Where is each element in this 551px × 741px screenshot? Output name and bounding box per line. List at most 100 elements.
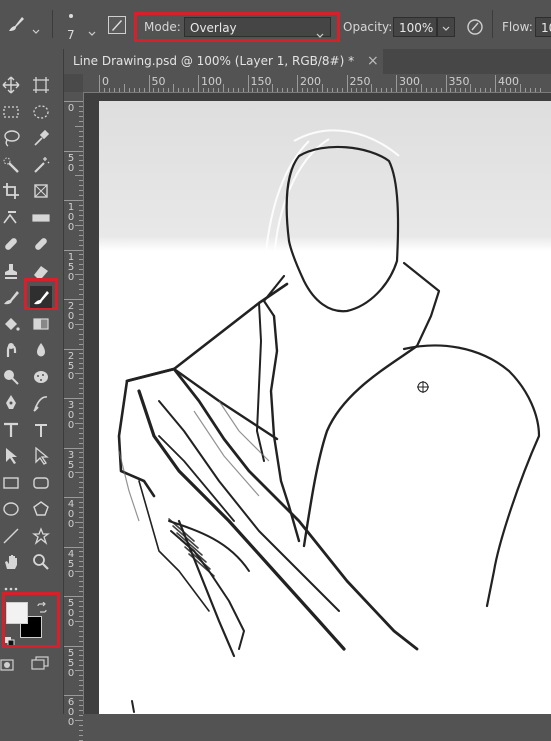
ruler-tick — [247, 75, 249, 92]
rectangle-icon[interactable] — [0, 472, 22, 494]
mixer-brush-icon[interactable] — [0, 286, 22, 308]
ruler-label: 250 — [67, 350, 75, 382]
brush-icon[interactable] — [30, 286, 52, 308]
ruler-tick — [75, 373, 83, 375]
ruler-tick — [301, 88, 303, 92]
chevron-down-icon[interactable] — [32, 20, 40, 39]
ruler-tick — [173, 84, 175, 92]
freeform-pen-icon[interactable] — [30, 392, 52, 414]
ruler-label: 400 — [498, 75, 519, 88]
ruler-tick — [64, 447, 83, 449]
gradient-icon[interactable] — [30, 313, 52, 335]
ruler-label: 100 — [201, 75, 222, 88]
ruler-tick — [79, 160, 83, 162]
ruler-tick — [75, 521, 83, 523]
ruler-tick — [79, 724, 83, 726]
crop-icon[interactable] — [0, 180, 22, 202]
ruler-tick — [79, 190, 83, 192]
blur-icon[interactable] — [30, 339, 52, 361]
ruler-tick — [79, 393, 83, 395]
ruler-tick — [79, 313, 83, 315]
ruler-tick — [79, 363, 83, 365]
move-icon[interactable] — [0, 74, 22, 96]
screen-mode-icon[interactable] — [31, 655, 49, 674]
brush-preset-icon[interactable] — [6, 14, 26, 38]
ruler-tick — [79, 625, 83, 627]
ellipse-icon[interactable] — [0, 498, 22, 520]
ruler-tick — [79, 328, 83, 330]
line-icon[interactable] — [0, 525, 22, 547]
vertical-ruler[interactable]: 0 50 100 150 200 250 300 350 400 450 500 550 600 — [63, 92, 84, 741]
ruler-tick — [79, 417, 83, 419]
close-tab-icon[interactable]: × — [367, 49, 379, 73]
eraser-icon[interactable] — [30, 260, 52, 282]
vertical-type-icon[interactable] — [30, 419, 52, 441]
quick-mask-icon[interactable] — [0, 656, 14, 675]
frame-icon[interactable] — [30, 180, 52, 202]
ruler-icon[interactable] — [30, 207, 52, 229]
path-select-icon[interactable] — [0, 445, 22, 467]
brush-size-chevron-icon[interactable] — [88, 22, 96, 41]
stamp-icon[interactable] — [0, 260, 22, 282]
document-tab[interactable]: Line Drawing.psd @ 100% (Layer 1, RGB/8#… — [63, 49, 383, 74]
opacity-field[interactable]: 100% — [393, 17, 437, 37]
ruler-tick — [79, 303, 83, 305]
brush-size-label[interactable]: 7 — [67, 28, 75, 42]
lasso-icon[interactable] — [0, 127, 22, 149]
ruler-tick — [207, 88, 209, 92]
ruler-tick — [79, 492, 83, 494]
pen-icon[interactable] — [0, 392, 22, 414]
dodge-icon[interactable] — [0, 366, 22, 388]
ruler-tick — [79, 130, 83, 132]
type-icon[interactable] — [0, 419, 22, 441]
eyedropper-icon[interactable] — [30, 127, 52, 149]
document-canvas[interactable] — [99, 101, 551, 714]
ruler-tick — [64, 695, 83, 696]
direct-select-icon[interactable] — [30, 445, 52, 467]
ruler-tick — [79, 284, 83, 286]
polygon-icon[interactable] — [30, 498, 52, 520]
spot-healing-icon[interactable] — [30, 233, 52, 255]
pressure-opacity-icon[interactable] — [465, 17, 485, 41]
patch-icon[interactable] — [0, 207, 22, 229]
sponge-icon[interactable] — [30, 366, 52, 388]
ruler-tick — [376, 88, 378, 92]
ruler-tick — [75, 620, 83, 622]
hand-icon[interactable] — [0, 551, 22, 573]
ruler-tick — [79, 229, 83, 231]
custom-shape-icon[interactable] — [30, 525, 52, 547]
ruler-origin[interactable] — [63, 74, 83, 92]
ruler-tick — [123, 84, 125, 92]
ruler-tick — [455, 88, 457, 92]
paint-bucket-icon[interactable] — [0, 313, 22, 335]
flow-field[interactable]: 10 — [535, 17, 551, 37]
healing-brush-icon[interactable] — [0, 233, 22, 255]
artboard-icon[interactable] — [30, 74, 52, 96]
smudge-icon[interactable] — [0, 339, 22, 361]
ruler-tick — [539, 88, 541, 92]
marquee-rect-icon[interactable] — [0, 101, 22, 123]
quick-select-icon[interactable] — [0, 154, 22, 176]
horizontal-ruler[interactable]: 0 50 100 150 200 250 300 350 400 — [83, 74, 551, 93]
ruler-tick — [450, 88, 452, 92]
ruler-tick — [79, 600, 83, 602]
marquee-ellipse-icon[interactable] — [30, 101, 52, 123]
ruler-tick — [64, 249, 83, 251]
ruler-tick — [64, 596, 83, 597]
tools-panel — [0, 49, 64, 714]
zoom-icon[interactable] — [30, 551, 52, 573]
ruler-tick — [79, 259, 83, 261]
ruler-tick — [420, 84, 422, 92]
ruler-tick — [415, 88, 417, 92]
brush-panel-icon[interactable] — [108, 16, 126, 34]
ruler-tick — [133, 88, 135, 92]
opacity-dropdown[interactable] — [437, 17, 455, 37]
ruler-tick — [103, 88, 105, 92]
rounded-rect-icon[interactable] — [30, 472, 52, 494]
ruler-tick — [475, 88, 477, 92]
ruler-tick — [316, 88, 318, 92]
ruler-tick — [490, 88, 492, 92]
ruler-tick — [79, 452, 83, 454]
more-tools-icon[interactable] — [0, 578, 22, 600]
magic-wand-icon[interactable] — [30, 154, 52, 176]
